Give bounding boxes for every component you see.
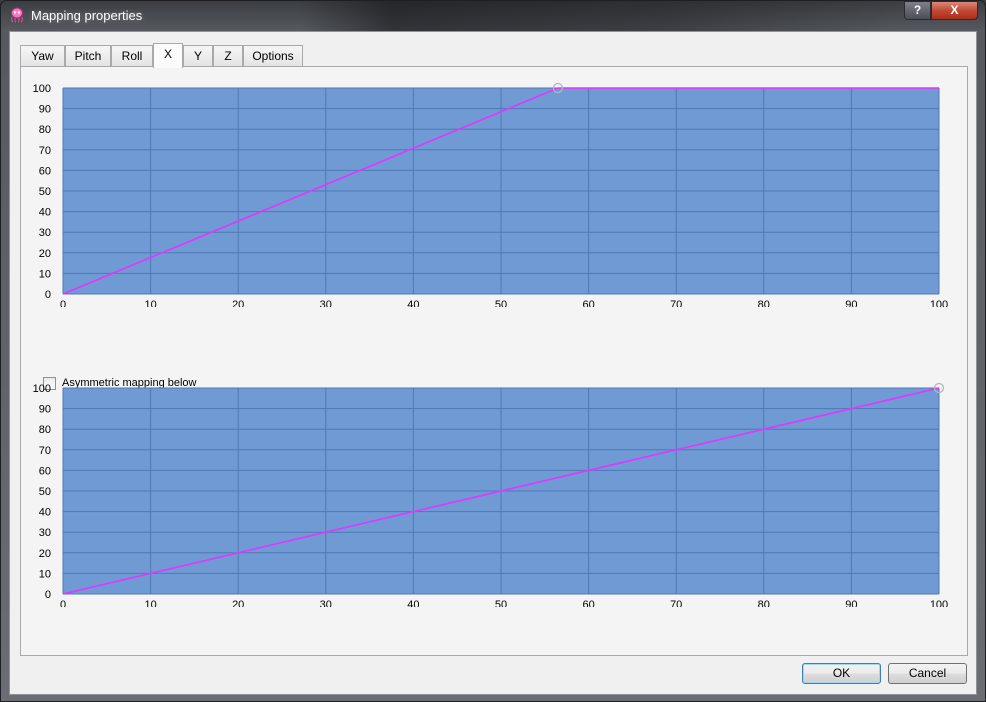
y-tick-label: 100 bbox=[33, 83, 51, 95]
close-icon: X bbox=[950, 3, 959, 17]
y-tick-label: 10 bbox=[39, 568, 51, 580]
y-tick-label: 90 bbox=[39, 104, 51, 116]
tab-options[interactable]: Options bbox=[243, 45, 303, 67]
y-tick-label: 40 bbox=[39, 507, 51, 519]
y-tick-label: 80 bbox=[39, 424, 51, 436]
x-tick-label: 30 bbox=[320, 599, 332, 607]
x-tick-label: 30 bbox=[320, 299, 332, 307]
x-tick-label: 20 bbox=[232, 299, 244, 307]
x-tick-label: 90 bbox=[845, 299, 857, 307]
tab-yaw[interactable]: Yaw bbox=[20, 45, 65, 67]
tab-x[interactable]: X bbox=[153, 43, 183, 68]
y-tick-label: 70 bbox=[39, 145, 51, 157]
upper-curve-chart[interactable]: 0 10 20 30 40 50 60 70 80 90 100 0 10 20 30 40 50 60 70 80 9… bbox=[21, 67, 967, 307]
window-title: Mapping properties bbox=[31, 8, 143, 23]
y-tick-label: 10 bbox=[39, 268, 51, 280]
tab-label: Yaw bbox=[31, 49, 54, 63]
tab-label: Options bbox=[252, 49, 294, 63]
tab-label: Y bbox=[193, 49, 202, 63]
title-bar-background bbox=[301, 1, 901, 31]
x-tick-label: 0 bbox=[60, 299, 66, 307]
x-tick-label: 70 bbox=[670, 299, 682, 307]
lower-curve-chart[interactable]: 0 10 20 30 40 50 60 70 80 90 100 0 10 20 30 40 50 60 70 80 9… bbox=[21, 367, 967, 607]
tab-label: X bbox=[163, 47, 172, 61]
x-tick-label: 90 bbox=[845, 599, 857, 607]
y-tick-label: 40 bbox=[39, 207, 51, 219]
x-tick-label: 80 bbox=[758, 599, 770, 607]
x-tick-label: 40 bbox=[407, 599, 419, 607]
tab-roll[interactable]: Roll bbox=[111, 45, 153, 67]
y-tick-label: 20 bbox=[39, 548, 51, 560]
y-tick-label: 60 bbox=[39, 465, 51, 477]
title-bar[interactable]: Mapping properties ? X bbox=[1, 1, 985, 31]
y-tick-label: 30 bbox=[39, 227, 51, 239]
x-tick-label: 10 bbox=[144, 599, 156, 607]
tab-label: Roll bbox=[121, 49, 143, 63]
x-tick-label: 0 bbox=[60, 599, 66, 607]
y-tick-label: 30 bbox=[39, 527, 51, 539]
tab-panel-x: 0 10 20 30 40 50 60 70 80 90 100 0 10 20 30 40 50 60 70 80 9… bbox=[20, 66, 968, 656]
x-tick-label: 50 bbox=[495, 599, 507, 607]
x-tick-label: 100 bbox=[930, 599, 948, 607]
y-tick-label: 90 bbox=[39, 404, 51, 416]
ok-button[interactable]: OK bbox=[802, 663, 881, 684]
y-tick-label: 70 bbox=[39, 445, 51, 457]
x-tick-label: 20 bbox=[232, 599, 244, 607]
tab-y[interactable]: Y bbox=[183, 45, 213, 67]
x-tick-label: 80 bbox=[758, 299, 770, 307]
help-button[interactable]: ? bbox=[904, 1, 931, 20]
y-tick-label: 0 bbox=[45, 289, 51, 301]
pink-octopus-icon bbox=[9, 7, 25, 23]
y-tick-label: 50 bbox=[39, 486, 51, 498]
dialog-client-area: Yaw Pitch Roll X Y Z Options 0 10 20 30 40 50… bbox=[9, 31, 977, 695]
y-tick-label: 0 bbox=[45, 589, 51, 601]
x-tick-label: 60 bbox=[582, 299, 594, 307]
tab-label: Pitch bbox=[74, 49, 102, 63]
close-button[interactable]: X bbox=[931, 1, 978, 20]
x-tick-label: 50 bbox=[495, 299, 507, 307]
tab-pitch[interactable]: Pitch bbox=[65, 45, 111, 67]
tab-z[interactable]: Z bbox=[213, 45, 243, 67]
x-tick-label: 100 bbox=[930, 299, 948, 307]
y-tick-label: 20 bbox=[39, 248, 51, 260]
y-tick-label: 60 bbox=[39, 165, 51, 177]
x-tick-label: 10 bbox=[144, 299, 156, 307]
x-tick-label: 40 bbox=[407, 299, 419, 307]
y-tick-label: 80 bbox=[39, 124, 51, 136]
x-tick-label: 60 bbox=[582, 599, 594, 607]
y-tick-label: 50 bbox=[39, 186, 51, 198]
cancel-button[interactable]: Cancel bbox=[888, 663, 967, 684]
tab-label: Z bbox=[224, 49, 232, 63]
mapping-properties-window: Mapping properties ? X Yaw Pitch Roll X … bbox=[0, 0, 986, 702]
y-tick-label: 100 bbox=[33, 383, 51, 395]
x-tick-label: 70 bbox=[670, 599, 682, 607]
